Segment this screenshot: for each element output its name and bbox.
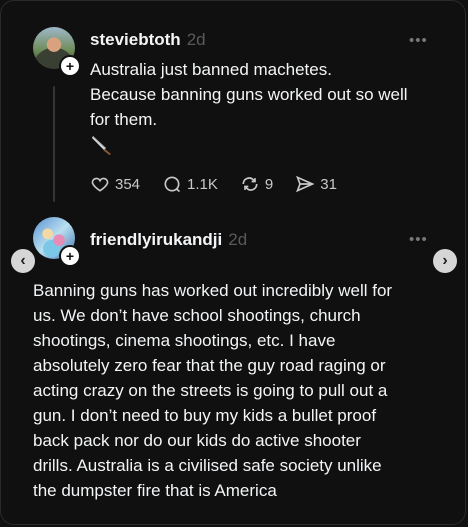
reply-body: Banning guns has worked out incredibly w…: [33, 278, 433, 503]
more-options-icon[interactable]: •••: [409, 32, 428, 49]
post-time: 2d: [186, 30, 206, 49]
share-count: 31: [320, 175, 337, 193]
follow-plus-icon[interactable]: +: [59, 245, 81, 267]
repost-button[interactable]: 9: [240, 174, 273, 194]
reply-line: back pack nor do our kids do active shoo…: [33, 431, 361, 450]
thread-connector-line: [53, 86, 55, 202]
post-line: for them.: [90, 110, 158, 129]
reply-line: drills. Australia is a civilised safe so…: [33, 456, 382, 475]
post-body: Australia just banned machetes. Because …: [90, 57, 440, 132]
repost-count: 9: [264, 175, 274, 193]
reply-line: shootings, cinema shootings, etc. I have: [33, 331, 336, 350]
reply-line: acting crazy on the streets is going to …: [33, 381, 388, 400]
reply-line: the dumpster fire that is America: [33, 481, 277, 500]
reply-line: absolutely zero fear that the guy road r…: [33, 356, 386, 375]
reply-line: gun. I don’t need to buy my kids a bulle…: [33, 406, 377, 425]
post-author[interactable]: friendlyirukandji 2d: [90, 230, 247, 250]
reply-line: Banning guns has worked out incredibly w…: [33, 281, 393, 300]
like-count: 354: [115, 175, 141, 193]
send-icon: [296, 175, 315, 193]
post-line: Australia just banned machetes.: [90, 60, 332, 79]
repost-icon: [242, 177, 258, 191]
username[interactable]: steviebtoth: [90, 30, 181, 49]
like-button[interactable]: 354: [90, 174, 140, 194]
comment-button[interactable]: 1.1K: [162, 174, 218, 194]
comment-icon: [164, 176, 181, 193]
heart-icon: [91, 177, 109, 192]
more-options-icon[interactable]: •••: [409, 231, 428, 248]
share-button[interactable]: 31: [295, 174, 337, 194]
follow-plus-icon[interactable]: +: [59, 55, 81, 77]
previous-arrow-icon[interactable]: ‹: [11, 249, 35, 273]
post-actions: 354 1.1K 9 31: [90, 173, 359, 195]
post-line: Because banning guns worked out so well: [90, 85, 408, 104]
next-arrow-icon[interactable]: ›: [433, 249, 457, 273]
knife-icon: [92, 136, 111, 155]
post-author[interactable]: steviebtoth 2d: [90, 30, 206, 50]
post-time: 2d: [228, 230, 248, 249]
reply-line: us. We don’t have school shootings, chur…: [33, 306, 361, 325]
comment-count: 1.1K: [187, 175, 218, 193]
username[interactable]: friendlyirukandji: [90, 230, 222, 249]
